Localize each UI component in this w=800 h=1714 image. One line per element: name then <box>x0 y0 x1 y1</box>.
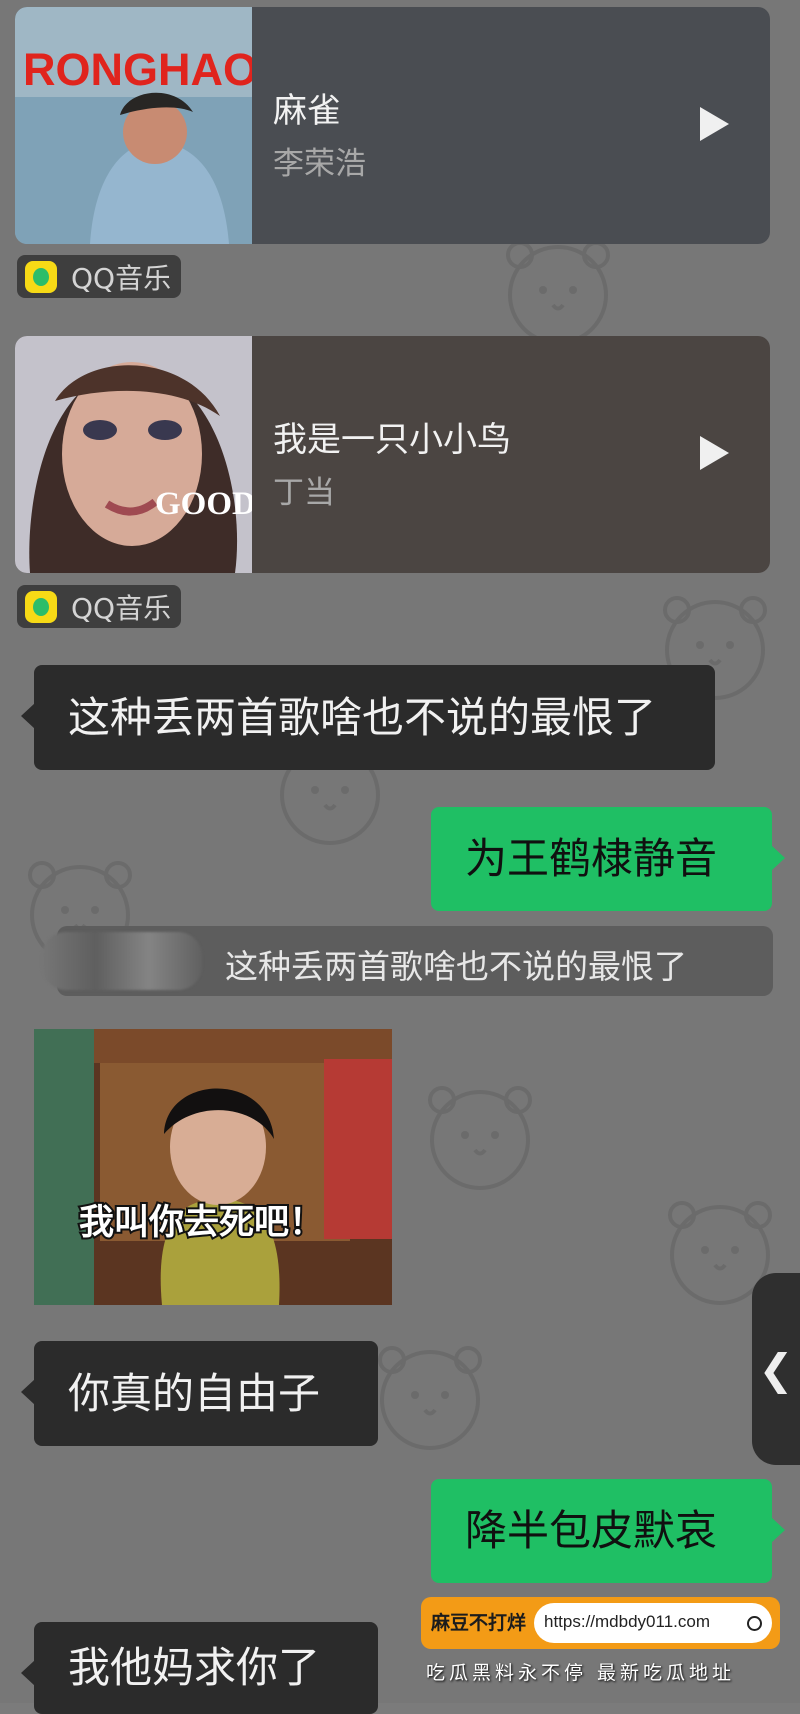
watermark-url[interactable]: https://mdbdy011.com <box>544 1612 710 1632</box>
quoted-text: 这种丢两首歌啥也不说的最恨了 <box>225 947 687 986</box>
blurred-sender-name <box>42 932 202 990</box>
song-title: 我是一只小小鸟 <box>273 420 511 460</box>
bear-doodle <box>378 1346 482 1450</box>
bear-doodle <box>428 1086 532 1190</box>
side-panel-toggle-icon[interactable]: ❮ <box>752 1273 800 1465</box>
qq-music-icon <box>25 260 57 293</box>
watermark-url-box[interactable]: https://mdbdy011.com <box>534 1603 772 1643</box>
cover-logo-text: RONGHAO <box>23 44 252 95</box>
cover-logo-text: GOOD <box>155 486 252 522</box>
qq-music-source-badge[interactable]: QQ音乐 <box>17 585 182 628</box>
song-title: 麻雀 <box>273 91 341 131</box>
music-card-little-bird[interactable]: GOOD 我是一只小小鸟 丁当 <box>15 336 770 573</box>
play-icon[interactable] <box>696 107 730 141</box>
sticker-caption: 我叫你去死吧！ <box>79 1203 324 1243</box>
source-label: QQ音乐 <box>71 261 172 295</box>
received-message[interactable]: 我他妈求你了 <box>21 1622 378 1714</box>
sticker-image[interactable]: 我叫你去死吧！ <box>34 1029 392 1305</box>
refresh-icon[interactable] <box>747 1616 762 1631</box>
sent-message[interactable]: 为王鹤棣静音 <box>431 807 785 911</box>
play-icon[interactable] <box>696 436 730 470</box>
chat-background: RONGHAO 麻雀 李荣浩 QQ音乐 GOOD 我是一只小小鸟 丁当 QQ音乐… <box>0 0 800 1714</box>
album-cover: RONGHAO <box>15 7 252 244</box>
received-message[interactable]: 这种丢两首歌啥也不说的最恨了 <box>21 665 715 770</box>
music-card-mague[interactable]: RONGHAO 麻雀 李荣浩 <box>15 7 770 244</box>
received-message[interactable]: 你真的自由子 <box>21 1341 378 1446</box>
qq-music-icon <box>25 590 57 623</box>
song-artist: 李荣浩 <box>273 146 366 182</box>
watermark-caption: 吃瓜黑料永不停 最新吃瓜地址 <box>426 1662 736 1684</box>
quoted-message[interactable]: 这种丢两首歌啥也不说的最恨了 <box>42 926 773 996</box>
source-label: QQ音乐 <box>71 591 172 625</box>
sent-message[interactable]: 降半包皮默哀 <box>431 1479 785 1583</box>
watermark-banner[interactable]: 麻豆不打烊 https://mdbdy011.com <box>421 1597 780 1649</box>
qq-music-source-badge[interactable]: QQ音乐 <box>17 255 182 298</box>
tv-show-sticker: 我叫你去死吧！ <box>34 1029 392 1305</box>
song-artist: 丁当 <box>273 475 335 511</box>
album-cover: GOOD <box>15 336 252 573</box>
watermark-site-name: 麻豆不打烊 <box>431 1612 527 1634</box>
